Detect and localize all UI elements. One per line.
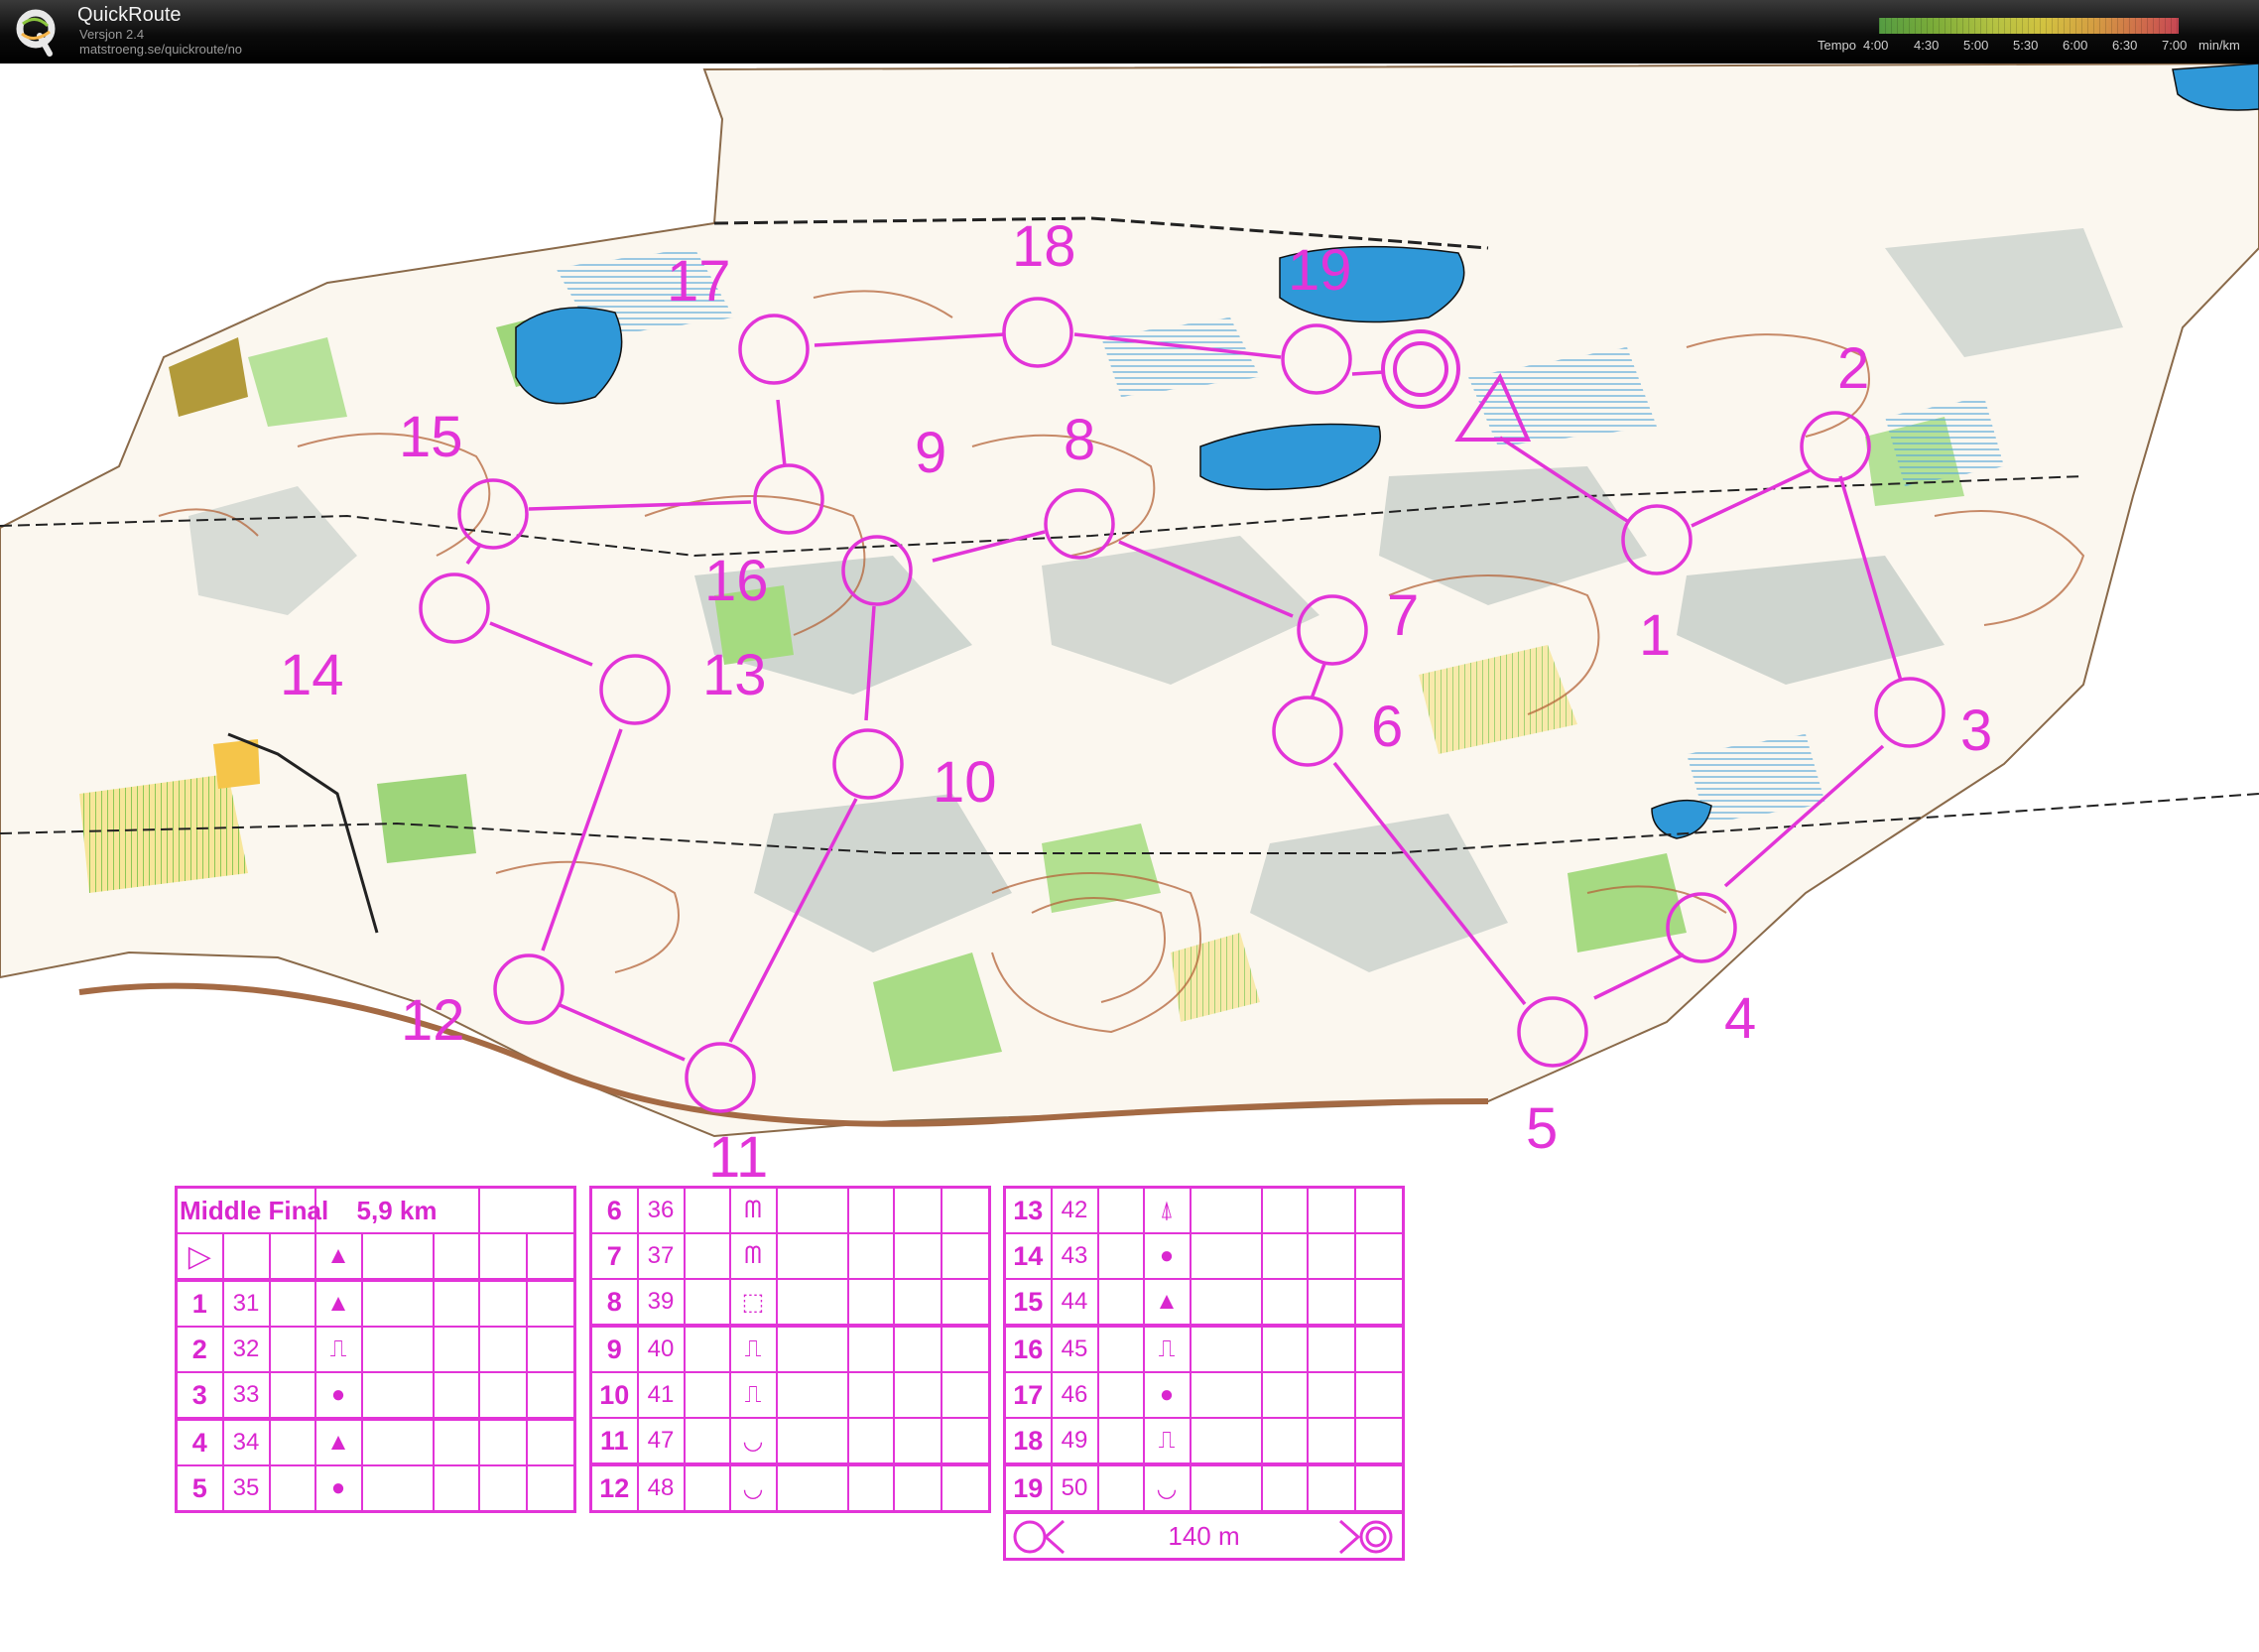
control-row: 10 41 ⎍ <box>589 1371 991 1419</box>
control-number: 11 <box>708 1125 768 1190</box>
feature-icon: ▲ <box>314 1417 363 1466</box>
app-url[interactable]: matstroeng.se/quickroute/no <box>79 42 242 57</box>
finish-distance: 140 m <box>1168 1520 1240 1551</box>
control-number: 4 <box>1724 986 1756 1051</box>
tempo-tick: 4:30 <box>1914 38 1940 53</box>
feature-icon: ▲ <box>1142 1278 1192 1327</box>
control-number: 19 <box>1288 238 1352 303</box>
tempo-label: Tempo <box>1818 38 1857 53</box>
feature-icon: ◡ <box>728 1462 778 1513</box>
feature-icon: ● <box>1142 1232 1192 1280</box>
control-number: 3 <box>1960 699 1992 763</box>
control-row: 15 44 ▲ <box>1003 1278 1405 1327</box>
control-row: 6 36 ᗰ <box>589 1186 991 1234</box>
feature-icon: ⎍ <box>728 1324 778 1373</box>
quickroute-logo-icon <box>16 9 56 57</box>
control-row: 17 46 ● <box>1003 1371 1405 1419</box>
app-name: QuickRoute <box>77 4 182 26</box>
vegetation-patch <box>377 774 476 863</box>
control-number: 17 <box>667 249 731 314</box>
title-bar: QuickRoute Versjon 2.4 matstroeng.se/qui… <box>0 0 2259 64</box>
feature-icon: ⎍ <box>1142 1417 1192 1465</box>
control-number: 5 <box>1526 1096 1558 1161</box>
control-row: 1 31 ▲ <box>175 1278 576 1328</box>
control-row: 12 48 ◡ <box>589 1462 991 1513</box>
feature-icon: ⬚ <box>728 1278 778 1327</box>
knoll-icon: ▲ <box>314 1232 363 1281</box>
control-row: 18 49 ⎍ <box>1003 1417 1405 1465</box>
control-row: 16 45 ⎍ <box>1003 1324 1405 1373</box>
control-number: 13 <box>702 643 767 707</box>
control-row: 9 40 ⎍ <box>589 1324 991 1373</box>
finish-funnel-start-icon <box>1012 1518 1071 1563</box>
start-row: ▷ ▲ <box>175 1232 576 1281</box>
feature-icon: ᗰ <box>728 1186 778 1234</box>
control-number: 9 <box>915 421 946 485</box>
control-row: 2 32 ⎍ <box>175 1326 576 1373</box>
course-name: Middle Final <box>175 1186 328 1234</box>
control-row: 13 42 ⍋ <box>1003 1186 1405 1234</box>
control-row: 14 43 ● <box>1003 1232 1405 1280</box>
feature-icon: ᗰ <box>728 1232 778 1280</box>
feature-icon: ⎍ <box>728 1371 778 1419</box>
control-row: 11 47 ◡ <box>589 1417 991 1465</box>
control-description-sheet-3: 13 42 ⍋ 14 43 ● 15 44 ▲ 16 45 ⎍ 17 46 ● … <box>1003 1186 1405 1561</box>
control-number: 16 <box>704 549 769 613</box>
course-header-row: Middle Final 5,9 km <box>175 1186 576 1234</box>
control-number: 8 <box>1064 408 1095 472</box>
tempo-color-scale <box>1879 18 2179 34</box>
feature-icon: ● <box>314 1464 363 1513</box>
feature-icon: ⎍ <box>1142 1324 1192 1373</box>
feature-icon: ● <box>1142 1371 1192 1419</box>
feature-icon: ◡ <box>1142 1462 1192 1513</box>
feature-icon: ▲ <box>314 1278 363 1328</box>
start-symbol-icon: ▷ <box>175 1232 224 1281</box>
course-length: 5,9 km <box>314 1186 480 1234</box>
tempo-tick: 4:00 <box>1863 38 1889 53</box>
control-number: 10 <box>933 750 997 815</box>
control-row: 7 37 ᗰ <box>589 1232 991 1280</box>
control-description-sheet-2: 6 36 ᗰ 7 37 ᗰ 8 39 ⬚ 9 40 ⎍ 10 41 ⎍ 11 4… <box>589 1186 991 1513</box>
finish-row: 140 m <box>1003 1510 1405 1563</box>
control-number: 18 <box>1012 214 1076 279</box>
control-row: 4 34 ▲ <box>175 1417 576 1466</box>
feature-icon: ⍋ <box>1142 1186 1192 1234</box>
control-description-sheet-1: Middle Final 5,9 km ▷ ▲ 1 31 ▲ 2 32 ⎍ 3 … <box>175 1186 577 1513</box>
tempo-tick: 6:30 <box>2112 38 2138 53</box>
control-number: 6 <box>1371 695 1403 759</box>
control-row: 5 35 ● <box>175 1464 576 1513</box>
open-land <box>213 739 260 789</box>
leg-line <box>1351 370 1385 376</box>
finish-funnel-end-icon <box>1336 1518 1396 1563</box>
tempo-tick: 7:00 <box>2162 38 2188 53</box>
control-number: 7 <box>1387 583 1419 648</box>
control-number: 15 <box>399 405 463 469</box>
control-number: 2 <box>1837 336 1869 401</box>
feature-icon: ◡ <box>728 1417 778 1465</box>
tempo-tick: 6:00 <box>2063 38 2088 53</box>
feature-icon: ⎍ <box>314 1326 363 1373</box>
control-row: 8 39 ⬚ <box>589 1278 991 1327</box>
map-terrain <box>0 64 2259 1138</box>
control-number: 1 <box>1639 603 1671 668</box>
open-land <box>79 774 248 893</box>
tempo-tick: 5:00 <box>1963 38 1989 53</box>
tempo-unit: min/km <box>2198 38 2240 53</box>
tempo-tick: 5:30 <box>2013 38 2039 53</box>
control-number: 14 <box>280 643 344 707</box>
control-number: 12 <box>401 988 465 1053</box>
feature-icon: ● <box>314 1371 363 1420</box>
app-version: Versjon 2.4 <box>79 27 145 42</box>
control-row: 19 50 ◡ <box>1003 1462 1405 1513</box>
control-row: 3 33 ● <box>175 1371 576 1420</box>
